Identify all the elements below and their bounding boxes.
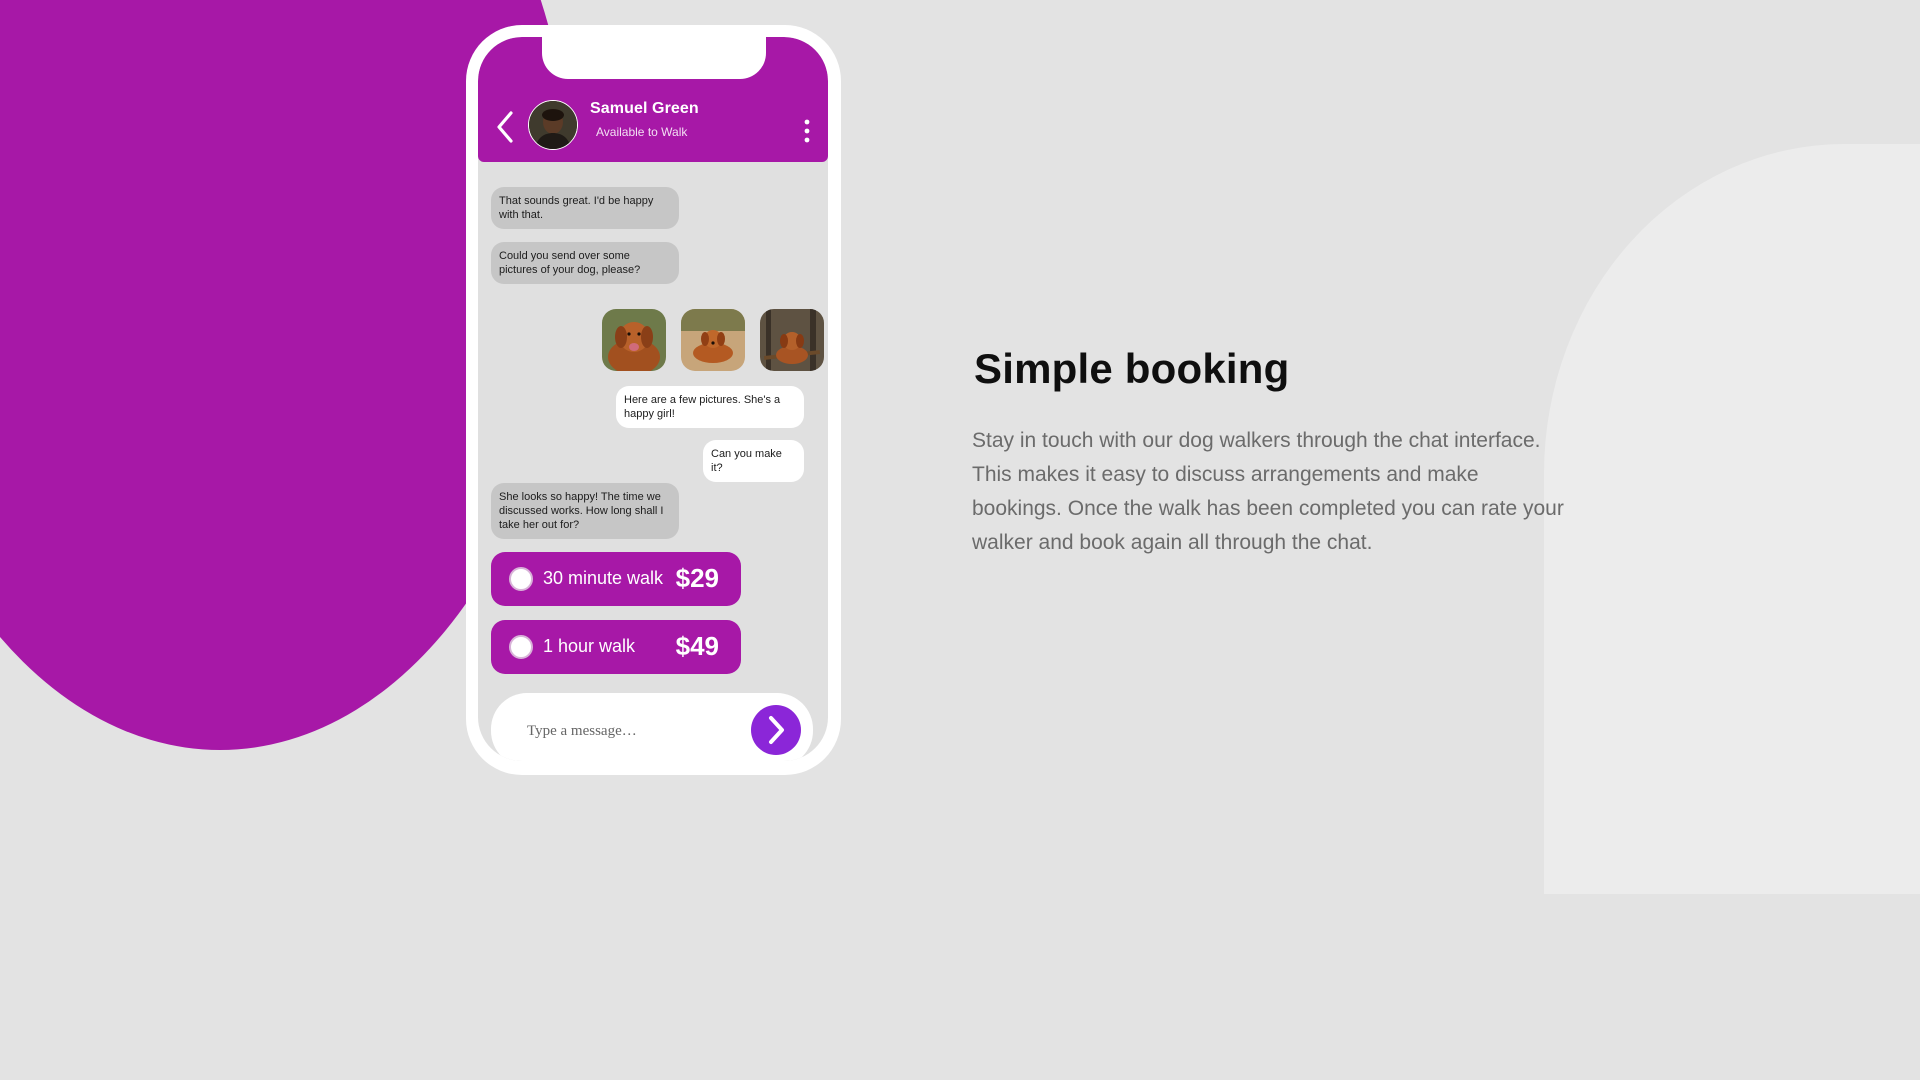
phone-mockup: Samuel Green Available to Walk That soun… [466, 25, 841, 775]
message-bubble-incoming: Could you send over some pictures of you… [491, 242, 679, 284]
avatar[interactable] [528, 100, 578, 150]
dog-photo-3 [760, 309, 824, 371]
dog-photo-2 [681, 309, 745, 371]
page: Samuel Green Available to Walk That soun… [0, 0, 1920, 1080]
option-price: $49 [675, 631, 719, 661]
phone-notch [542, 37, 766, 79]
walk-option-30-minute[interactable]: 30 minute walk $29 [491, 552, 741, 606]
message-bubble-outgoing: Here are a few pictures. She's a happy g… [616, 386, 804, 428]
message-bubble-incoming: She looks so happy! The time we discusse… [491, 483, 679, 539]
dog-photo-thumbnail[interactable] [681, 309, 745, 371]
contact-name: Samuel Green [590, 100, 699, 117]
dog-photo-thumbnail[interactable] [760, 309, 824, 371]
option-radio[interactable] [509, 635, 533, 659]
option-label: 1 hour walk [543, 636, 636, 656]
option-price: $29 [675, 563, 719, 593]
section-title: Simple booking [974, 345, 1290, 392]
send-button[interactable] [751, 705, 801, 755]
option-radio[interactable] [509, 567, 533, 591]
more-options-button[interactable] [802, 118, 812, 144]
person-avatar-icon [529, 101, 577, 149]
dog-photo-thumbnail[interactable] [602, 309, 666, 371]
message-bubble-incoming: That sounds great. I'd be happy with tha… [491, 187, 679, 229]
decorative-purple-block [0, 0, 540, 260]
back-button[interactable] [494, 109, 516, 145]
dog-photo-1 [602, 309, 666, 371]
option-label: 30 minute walk [543, 568, 664, 588]
contact-status: Available to Walk [596, 125, 688, 139]
walk-option-1-hour[interactable]: 1 hour walk $49 [491, 620, 741, 674]
section-description: Stay in touch with our dog walkers throu… [972, 429, 1564, 554]
chat-screen: Samuel Green Available to Walk That soun… [478, 37, 828, 761]
message-input[interactable] [525, 718, 729, 744]
decorative-arch-shape [1544, 144, 1920, 894]
message-composer [491, 693, 813, 761]
chevron-left-icon [497, 111, 513, 143]
vertical-dots-icon [804, 119, 810, 143]
chevron-right-icon [769, 716, 784, 744]
message-bubble-outgoing: Can you make it? [703, 440, 804, 482]
